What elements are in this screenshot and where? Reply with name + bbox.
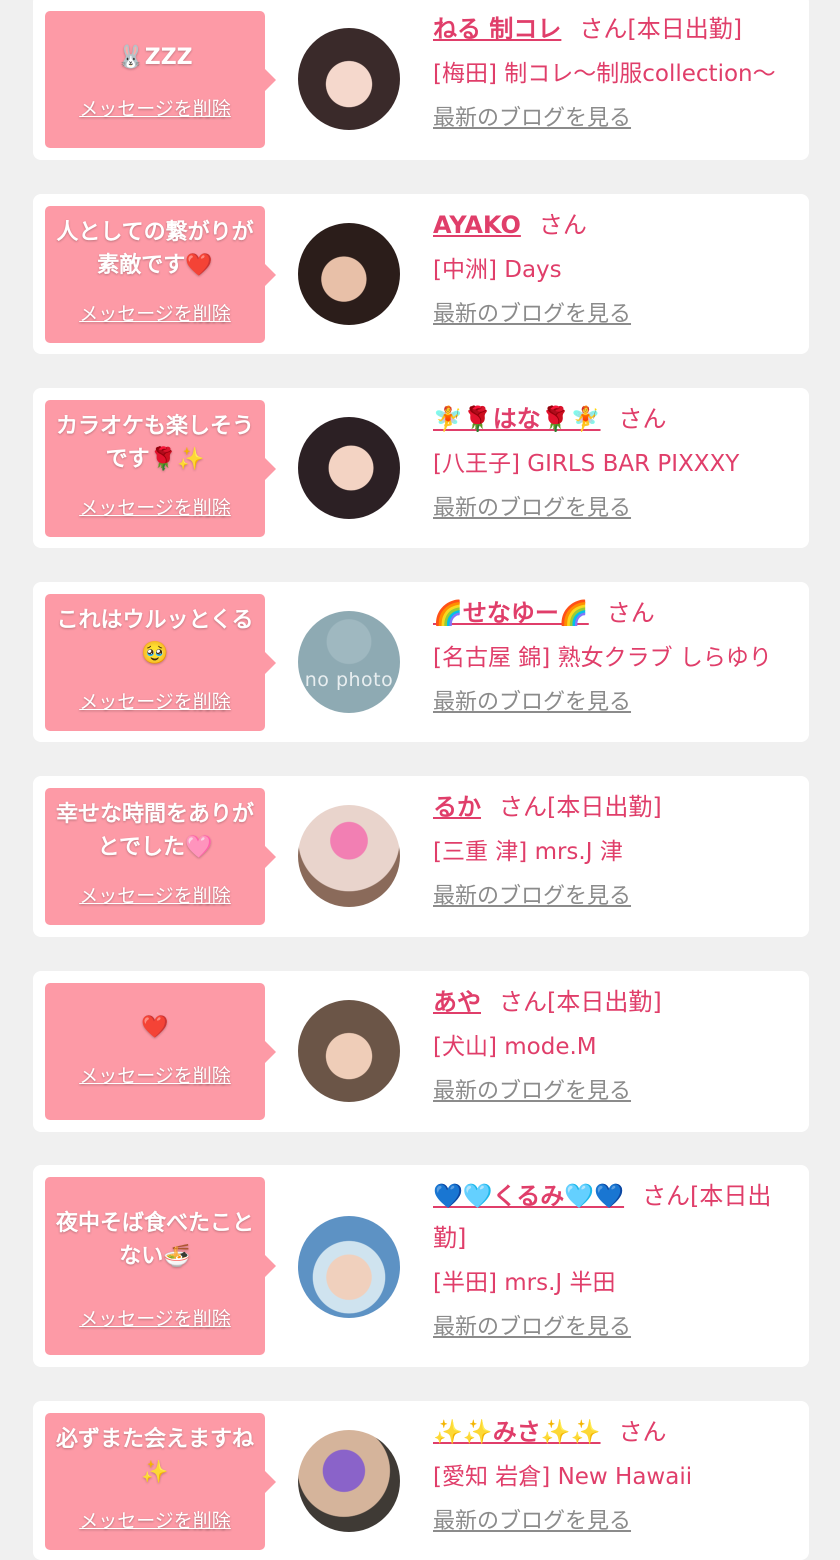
- delete-message-link[interactable]: メッセージを削除: [45, 1307, 265, 1331]
- avatar[interactable]: [298, 417, 400, 519]
- cast-info: AYAKO さん [中洲] Days 最新のブログを見る: [433, 204, 799, 330]
- delete-message-link[interactable]: メッセージを削除: [45, 690, 265, 714]
- message-card: カラオケも楽しそうです🌹✨ メッセージを削除 🧚🌹はな🌹🧚 さん [八王子] GI…: [33, 388, 809, 548]
- cast-name-link[interactable]: AYAKO: [433, 211, 521, 239]
- message-card: 🐰ZZZ メッセージを削除 ねる 制コレ さん[本日出勤] [梅田] 制コレ〜制服…: [33, 0, 809, 160]
- cast-info: ✨✨みさ✨✨ さん [愛知 岩倉] New Hawaii 最新のブログを見る: [433, 1411, 799, 1537]
- cast-status: さん: [606, 599, 655, 627]
- latest-blog-link[interactable]: 最新のブログを見る: [433, 1077, 631, 1107]
- cast-info: るか さん[本日出勤] [三重 津] mrs.J 津 最新のブログを見る: [433, 786, 799, 912]
- shop-name: [中洲] Days: [433, 257, 562, 283]
- delete-message-link[interactable]: メッセージを削除: [45, 1064, 265, 1088]
- avatar[interactable]: [298, 28, 400, 130]
- cast-status: さん[本日出勤]: [579, 15, 743, 43]
- shop-name: [半田] mrs.J 半田: [433, 1270, 616, 1296]
- avatar[interactable]: [298, 1216, 400, 1318]
- latest-blog-link[interactable]: 最新のブログを見る: [433, 494, 631, 524]
- cast-info: 💙🩵くるみ🩵💙 さん[本日出勤] [半田] mrs.J 半田 最新のブログを見る: [433, 1175, 799, 1343]
- message-text: 🐰ZZZ: [117, 45, 193, 70]
- message-bubble: 🐰ZZZ メッセージを削除: [45, 11, 276, 148]
- message-bubble: 幸せな時間をありがとでした🩷 メッセージを削除: [45, 788, 276, 925]
- message-card: 夜中そば食べたことない🍜 メッセージを削除 💙🩵くるみ🩵💙 さん[本日出勤] [半…: [33, 1165, 809, 1367]
- message-text: 幸せな時間をありがとでした🩷: [55, 802, 254, 860]
- cast-name-link[interactable]: ✨✨みさ✨✨: [433, 1418, 601, 1446]
- shop-name: [梅田] 制コレ〜制服collection〜: [433, 61, 776, 87]
- message-card: 人としての繋がりが素敵です❤️ メッセージを削除 AYAKO さん [中洲] Da…: [33, 194, 809, 354]
- cast-status: さん[本日出勤]: [499, 988, 662, 1016]
- latest-blog-link[interactable]: 最新のブログを見る: [433, 300, 631, 330]
- message-card: 幸せな時間をありがとでした🩷 メッセージを削除 るか さん[本日出勤] [三重 津…: [33, 776, 809, 937]
- latest-blog-link[interactable]: 最新のブログを見る: [433, 1313, 631, 1343]
- avatar[interactable]: [298, 1000, 400, 1102]
- message-bubble: 夜中そば食べたことない🍜 メッセージを削除: [45, 1177, 276, 1355]
- message-card: ❤️ メッセージを削除 あや さん[本日出勤] [犬山] mode.M 最新のブロ…: [33, 971, 809, 1132]
- message-text: カラオケも楽しそうです🌹✨: [55, 414, 254, 472]
- delete-message-link[interactable]: メッセージを削除: [45, 97, 265, 121]
- cast-info: ねる 制コレ さん[本日出勤] [梅田] 制コレ〜制服collection〜 最新…: [433, 8, 799, 134]
- message-card: これはウルッとくる🥹 メッセージを削除 no photo 🌈せなゆー🌈 さん [名…: [33, 582, 809, 742]
- no-photo-label: no photo: [304, 669, 394, 691]
- avatar[interactable]: [298, 805, 400, 907]
- cast-name-link[interactable]: ねる 制コレ: [433, 15, 561, 43]
- avatar[interactable]: [298, 223, 400, 325]
- message-text: ❤️: [141, 1015, 169, 1040]
- message-text: 夜中そば食べたことない🍜: [55, 1211, 254, 1269]
- message-bubble: 人としての繋がりが素敵です❤️ メッセージを削除: [45, 206, 276, 343]
- latest-blog-link[interactable]: 最新のブログを見る: [433, 882, 631, 912]
- message-bubble: 必ずまた会えますね✨ メッセージを削除: [45, 1413, 276, 1550]
- shop-name: [三重 津] mrs.J 津: [433, 839, 623, 865]
- cast-status: さん: [538, 211, 587, 239]
- avatar[interactable]: [298, 1430, 400, 1532]
- message-bubble: カラオケも楽しそうです🌹✨ メッセージを削除: [45, 400, 276, 537]
- message-text: 人としての繋がりが素敵です❤️: [56, 220, 254, 278]
- shop-name: [八王子] GIRLS BAR PIXXXY: [433, 451, 740, 477]
- cast-status: さん: [618, 1418, 667, 1446]
- latest-blog-link[interactable]: 最新のブログを見る: [433, 104, 631, 134]
- cast-info: あや さん[本日出勤] [犬山] mode.M 最新のブログを見る: [433, 981, 799, 1107]
- latest-blog-link[interactable]: 最新のブログを見る: [433, 688, 631, 718]
- shop-name: [名古屋 錦] 熟女クラブ しらゆり: [433, 645, 772, 671]
- cast-info: 🧚🌹はな🌹🧚 さん [八王子] GIRLS BAR PIXXXY 最新のブログを見…: [433, 398, 799, 524]
- message-card: 必ずまた会えますね✨ メッセージを削除 ✨✨みさ✨✨ さん [愛知 岩倉] New…: [33, 1401, 809, 1560]
- shop-name: [犬山] mode.M: [433, 1034, 597, 1060]
- delete-message-link[interactable]: メッセージを削除: [45, 1509, 265, 1533]
- cast-info: 🌈せなゆー🌈 さん [名古屋 錦] 熟女クラブ しらゆり 最新のブログを見る: [433, 592, 799, 718]
- no-photo-avatar[interactable]: no photo: [298, 611, 400, 713]
- delete-message-link[interactable]: メッセージを削除: [45, 496, 265, 520]
- cast-name-link[interactable]: あや: [433, 988, 481, 1016]
- message-text: 必ずまた会えますね✨: [55, 1427, 254, 1485]
- delete-message-link[interactable]: メッセージを削除: [45, 884, 265, 908]
- cast-name-link[interactable]: るか: [433, 793, 481, 821]
- cast-status: さん[本日出勤]: [499, 793, 662, 821]
- cast-status: さん: [618, 405, 667, 433]
- message-bubble: ❤️ メッセージを削除: [45, 983, 276, 1120]
- cast-name-link[interactable]: 💙🩵くるみ🩵💙: [433, 1182, 624, 1210]
- delete-message-link[interactable]: メッセージを削除: [45, 302, 265, 326]
- cast-name-link[interactable]: 🌈せなゆー🌈: [433, 599, 589, 627]
- message-bubble: これはウルッとくる🥹 メッセージを削除: [45, 594, 276, 731]
- latest-blog-link[interactable]: 最新のブログを見る: [433, 1507, 631, 1537]
- cast-name-link[interactable]: 🧚🌹はな🌹🧚: [433, 405, 601, 433]
- message-text: これはウルッとくる🥹: [56, 608, 254, 666]
- shop-name: [愛知 岩倉] New Hawaii: [433, 1464, 693, 1490]
